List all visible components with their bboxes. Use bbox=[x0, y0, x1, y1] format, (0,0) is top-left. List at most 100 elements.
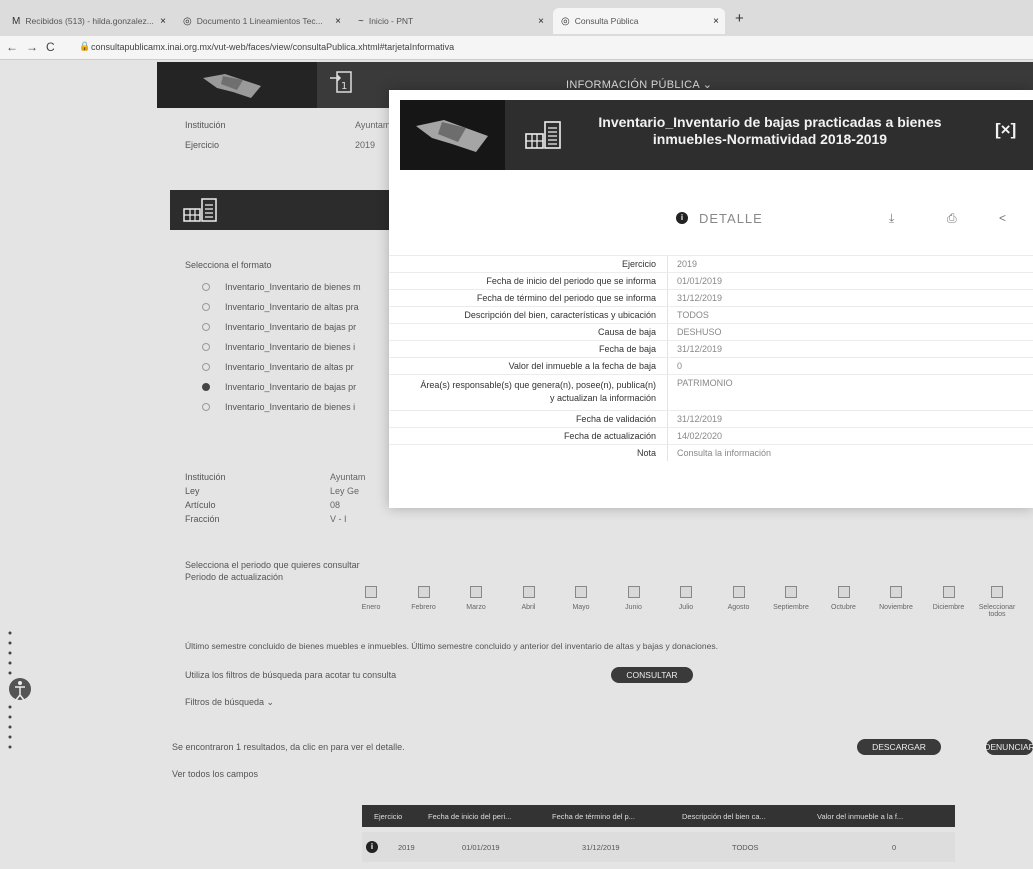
month-checkbox[interactable]: Noviembre bbox=[879, 586, 913, 611]
descargar-button[interactable]: DESCARGAR bbox=[857, 739, 941, 755]
column-header[interactable]: Fecha de inicio del peri... bbox=[422, 812, 542, 821]
close-button[interactable]: [×] bbox=[995, 120, 1016, 140]
share-icon[interactable]: < bbox=[999, 211, 1006, 225]
month-label: Diciembre bbox=[932, 604, 965, 611]
month-checkbox[interactable]: Febrero bbox=[410, 586, 438, 611]
detail-value: 14/02/2020 bbox=[677, 431, 723, 441]
column-header[interactable]: Fecha de término del p... bbox=[542, 812, 672, 821]
formato-radio[interactable] bbox=[202, 323, 210, 331]
formato-option[interactable]: Inventario_Inventario de bienes i bbox=[225, 342, 355, 352]
download-icon[interactable]: ⤓ bbox=[889, 211, 894, 226]
tab-label: Consulta Pública bbox=[574, 16, 639, 26]
detail-modal: Inventario_Inventario de bajas practicad… bbox=[389, 90, 1033, 508]
month-label: Septiembre bbox=[773, 604, 809, 611]
formato-option[interactable]: Inventario_Inventario de altas pr bbox=[225, 362, 354, 372]
table-cell: 01/01/2019 bbox=[462, 842, 500, 852]
formato-radio[interactable] bbox=[202, 383, 210, 391]
detail-value: TODOS bbox=[677, 310, 709, 320]
info-icon[interactable]: i bbox=[366, 841, 378, 853]
month-label: Octubre bbox=[831, 604, 856, 611]
table-cell: TODOS bbox=[732, 842, 759, 852]
detail-label: Fecha de término del periodo que se info… bbox=[476, 293, 656, 303]
tab-label: Recibidos (513) - hilda.gonzalez... bbox=[25, 16, 154, 26]
formato-radio[interactable] bbox=[202, 283, 210, 291]
browser-tab-documento[interactable]: ◎ Documento 1 Lineamientos Tec... × bbox=[175, 8, 347, 34]
pnt-icon: ~ bbox=[358, 15, 364, 27]
close-icon[interactable]: × bbox=[713, 16, 719, 27]
detail-label: Área(s) responsable(s) que genera(n), po… bbox=[420, 380, 656, 403]
formato-radio[interactable] bbox=[202, 343, 210, 351]
detail-value: 0 bbox=[677, 361, 683, 371]
month-checkbox[interactable]: Julio bbox=[672, 586, 700, 611]
ver-todos-link[interactable]: Ver todos los campos bbox=[172, 769, 258, 779]
formato-radio[interactable] bbox=[202, 303, 210, 311]
formato-option[interactable]: Inventario_Inventario de bajas pr bbox=[225, 382, 356, 392]
formato-option[interactable]: Inventario_Inventario de bajas pr bbox=[225, 322, 356, 332]
forward-icon[interactable]: → bbox=[26, 40, 38, 54]
select-all-periods[interactable]: Seleccionar todos bbox=[979, 586, 1015, 618]
detail-label: Nota bbox=[636, 448, 656, 458]
meta-value: Ayuntam bbox=[330, 472, 366, 482]
detail-value: 31/12/2019 bbox=[677, 344, 723, 354]
detail-value: 31/12/2019 bbox=[677, 414, 723, 424]
month-checkbox[interactable]: Septiembre bbox=[773, 586, 809, 611]
meta-label: Institución bbox=[185, 472, 226, 482]
meta-value: 08 bbox=[330, 500, 341, 510]
detail-value: 01/01/2019 bbox=[677, 276, 723, 286]
browser-tab-consulta[interactable]: ◎ Consulta Pública × bbox=[553, 8, 725, 34]
address-bar: ← → C 🔒 consultapublicamx.inai.org.mx/vu… bbox=[0, 36, 1033, 60]
denunciar-button[interactable]: DENUNCIAR bbox=[984, 739, 1033, 755]
filtros-toggle[interactable]: Filtros de búsqueda ⌄ bbox=[185, 697, 274, 708]
detail-row: Área(s) responsable(s) que genera(n), po… bbox=[389, 374, 1033, 410]
meta-value: Ley Ge bbox=[330, 486, 360, 496]
month-checkbox[interactable]: Enero bbox=[357, 586, 385, 611]
accessibility-handle[interactable] bbox=[6, 625, 36, 755]
formato-radio[interactable] bbox=[202, 363, 210, 371]
back-icon[interactable]: ← bbox=[6, 40, 18, 54]
formato-option[interactable]: Inventario_Inventario de altas pra bbox=[225, 302, 359, 312]
detail-row: Causa de baja DESHUSO bbox=[389, 323, 1033, 340]
table-row[interactable]: i 2019 01/01/2019 31/12/2019 TODOS 0 bbox=[362, 832, 955, 862]
detail-value: 31/12/2019 bbox=[677, 293, 723, 303]
institucion-label: Institución bbox=[185, 120, 226, 130]
column-header[interactable]: Valor del inmueble a la f... bbox=[807, 812, 955, 821]
nota-link[interactable]: Consulta la información bbox=[677, 448, 771, 458]
formato-option[interactable]: Inventario_Inventario de bienes i bbox=[225, 402, 355, 412]
print-icon[interactable]: ⎙ bbox=[947, 211, 957, 226]
results-text: Se encontraron 1 resultados, da clic en … bbox=[172, 742, 405, 752]
formato-radio[interactable] bbox=[202, 403, 210, 411]
detail-value: DESHUSO bbox=[677, 327, 722, 337]
new-tab-icon[interactable]: + bbox=[735, 10, 744, 27]
close-icon[interactable]: × bbox=[538, 16, 544, 27]
detail-row: Ejercicio 2019 bbox=[389, 255, 1033, 272]
results-table-header: Ejercicio Fecha de inicio del peri... Fe… bbox=[362, 805, 955, 827]
exit-icon[interactable]: 1 bbox=[328, 70, 356, 96]
formato-option[interactable]: Inventario_Inventario de bienes m bbox=[225, 282, 361, 292]
month-checkbox[interactable]: Diciembre bbox=[933, 586, 964, 611]
tab-label: Documento 1 Lineamientos Tec... bbox=[196, 16, 323, 26]
modal-header: Inventario_Inventario de bajas practicad… bbox=[400, 100, 1033, 170]
month-checkbox[interactable]: Mayo bbox=[567, 586, 595, 611]
info-icon: i bbox=[676, 212, 688, 224]
month-checkbox[interactable]: Junio bbox=[620, 586, 648, 611]
month-checkbox[interactable]: Marzo bbox=[462, 586, 490, 611]
close-icon[interactable]: × bbox=[160, 16, 166, 27]
detail-row: Fecha de validación 31/12/2019 bbox=[389, 410, 1033, 427]
detail-value: 2019 bbox=[677, 259, 698, 269]
column-header[interactable]: Descripción del bien ca... bbox=[672, 812, 807, 821]
month-label: Julio bbox=[678, 604, 694, 611]
month-checkbox[interactable]: Abril bbox=[515, 586, 543, 611]
close-icon[interactable]: × bbox=[335, 16, 341, 27]
browser-tab-pnt[interactable]: ~ Inicio - PNT × bbox=[350, 8, 550, 34]
consultar-button[interactable]: CONSULTAR bbox=[611, 667, 693, 683]
reload-icon[interactable]: C bbox=[46, 40, 55, 54]
detail-label: Ejercicio bbox=[621, 259, 656, 269]
url-input[interactable]: consultapublicamx.inai.org.mx/vut-web/fa… bbox=[91, 42, 454, 52]
browser-tab-bar: M Recibidos (513) - hilda.gonzalez... × … bbox=[0, 0, 1033, 36]
detail-row: Fecha de término del periodo que se info… bbox=[389, 289, 1033, 306]
column-header[interactable]: Ejercicio bbox=[362, 812, 422, 821]
filter-hint: Utiliza los filtros de búsqueda para aco… bbox=[185, 670, 397, 680]
month-checkbox[interactable]: Agosto bbox=[725, 586, 753, 611]
browser-tab-gmail[interactable]: M Recibidos (513) - hilda.gonzalez... × bbox=[4, 8, 172, 34]
month-checkbox[interactable]: Octubre bbox=[830, 586, 858, 611]
